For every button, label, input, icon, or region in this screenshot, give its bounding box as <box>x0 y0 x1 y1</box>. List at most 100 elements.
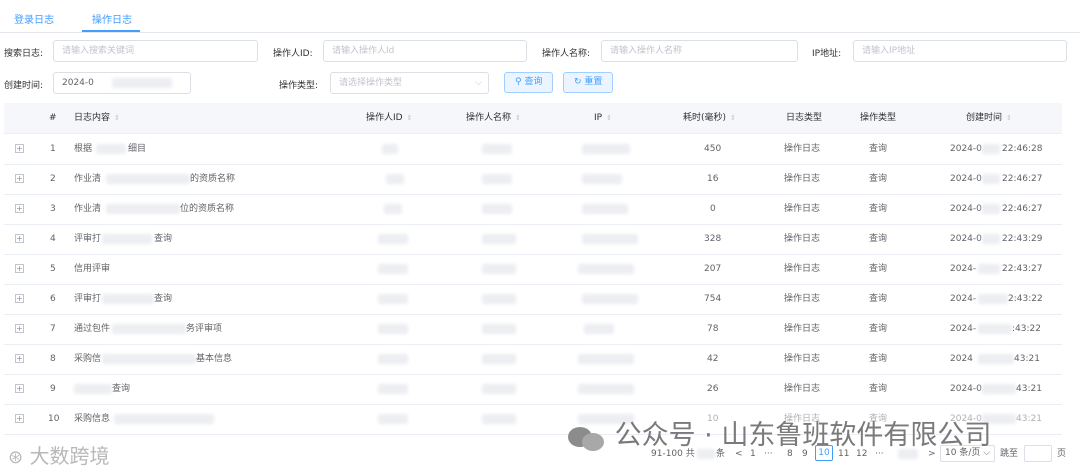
created-time-label: 创建时间: <box>4 81 44 91</box>
row-index: 4 <box>50 234 56 244</box>
table-row[interactable]: + 6 评审打 查询 754 操作日志 查询 2024- 2:43:22 <box>4 284 1062 315</box>
row-index: 3 <box>50 204 56 214</box>
col-log-type: 日志类型 <box>786 113 823 123</box>
expand-icon[interactable]: + <box>15 144 24 153</box>
col-operator-name[interactable]: 操作人名称 ⇕ <box>466 103 521 133</box>
row-content-tail: 的资质名称 <box>190 174 236 184</box>
reset-button[interactable]: ↻ 重置 <box>563 72 614 93</box>
row-op-type: 查询 <box>869 324 888 334</box>
row-time-prefix: 2024 <box>950 354 973 364</box>
expand-icon[interactable]: + <box>15 204 24 213</box>
row-time-prefix: 2024- <box>950 294 977 304</box>
row-index: 1 <box>50 144 56 154</box>
row-index: 6 <box>50 294 56 304</box>
redacted-time <box>982 234 1000 244</box>
expand-icon[interactable]: + <box>15 384 24 393</box>
redacted-ip <box>582 174 622 184</box>
row-time-suffix: 43:21 <box>1016 414 1042 424</box>
redacted-content <box>106 204 180 214</box>
expand-icon[interactable]: + <box>15 294 24 303</box>
col-duration[interactable]: 耗时(毫秒) ⇕ <box>683 103 736 133</box>
row-content-tail: 细目 <box>128 144 147 154</box>
table-row[interactable]: + 9 查询 26 操作日志 查询 2024-0 43:21 <box>4 374 1062 405</box>
redacted-date <box>112 78 172 88</box>
expand-icon[interactable]: + <box>15 324 24 333</box>
col-content-label: 日志内容 <box>74 113 111 123</box>
row-time-suffix: 2:43:22 <box>1008 294 1043 304</box>
table-row[interactable]: + 1 根据 细目 450 操作日志 查询 2024-0 22:46:28 <box>4 134 1062 165</box>
search-input[interactable]: 请输入搜索关键词 <box>53 40 258 62</box>
op-type-label: 操作类型: <box>279 81 319 91</box>
redacted-time <box>978 294 1008 304</box>
table-row[interactable]: + 7 通过包件 务评审项 78 操作日志 查询 2024- :43:22 <box>4 314 1062 345</box>
row-content-tail: 查询 <box>154 294 173 304</box>
refresh-icon: ↻ <box>574 77 582 87</box>
query-button[interactable]: ⚲ 查询 <box>504 72 554 93</box>
ip-input[interactable]: 请输入IP地址 <box>853 40 1067 62</box>
row-log-type: 操作日志 <box>784 144 821 154</box>
watermark-right: 公众号 · 山东鲁班软件有限公司 <box>566 413 991 452</box>
table-row[interactable]: + 2 作业清 的资质名称 16 操作日志 查询 2024-0 22:46:27 <box>4 164 1062 195</box>
col-index: # <box>49 113 57 123</box>
redacted-ip <box>582 234 638 244</box>
expand-icon[interactable]: + <box>15 414 24 423</box>
expand-icon[interactable]: + <box>15 234 24 243</box>
expand-icon[interactable]: + <box>15 354 24 363</box>
operator-id-input[interactable]: 请输入操作人Id <box>323 40 527 62</box>
row-content: 评审打 <box>74 234 102 244</box>
row-log-type: 操作日志 <box>784 294 821 304</box>
redacted-content <box>102 294 154 304</box>
row-log-type: 操作日志 <box>784 354 821 364</box>
row-time-suffix: 43:21 <box>1014 354 1040 364</box>
redacted-operator-name <box>482 294 516 304</box>
row-content: 采购信 <box>74 354 102 364</box>
row-time-suffix: 43:21 <box>1016 384 1042 394</box>
jump-label: 跳至 <box>1000 449 1019 459</box>
redacted-time <box>978 354 1014 364</box>
sort-icon: ⇕ <box>515 114 521 122</box>
row-time-prefix: 2024-0 <box>950 234 982 244</box>
redacted-operator-id <box>378 354 408 364</box>
redacted-time <box>978 264 1000 274</box>
row-duration: 328 <box>704 234 722 244</box>
row-content-tail: 位的资质名称 <box>180 204 235 214</box>
table-row[interactable]: + 5 信用评审 207 操作日志 查询 2024- 22:43:27 <box>4 254 1062 285</box>
row-index: 7 <box>50 324 56 334</box>
tab-login-log[interactable]: 登录日志 <box>14 11 54 26</box>
row-log-type: 操作日志 <box>784 174 821 184</box>
table-row[interactable]: + 3 作业清 位的资质名称 0 操作日志 查询 2024-0 22:46:27 <box>4 194 1062 225</box>
table-row[interactable]: + 4 评审打 查询 328 操作日志 查询 2024-0 22:43:29 <box>4 224 1062 255</box>
jump-page-input[interactable] <box>1024 445 1052 462</box>
created-time-input[interactable]: 2024-0 <box>53 72 191 94</box>
col-duration-label: 耗时(毫秒) <box>683 113 727 123</box>
expand-icon[interactable]: + <box>15 264 24 273</box>
watermark-left-text: 大数跨境 <box>29 444 110 468</box>
redacted-operator-id <box>378 294 408 304</box>
redacted-ip <box>582 144 630 154</box>
ip-label: IP地址: <box>812 49 842 59</box>
col-content[interactable]: 日志内容 ⇕ <box>74 103 120 133</box>
row-index: 9 <box>50 384 56 394</box>
redacted-time <box>982 174 1000 184</box>
row-content-tail: 查询 <box>154 234 173 244</box>
tab-operation-log[interactable]: 操作日志 <box>92 11 132 26</box>
expand-icon[interactable]: + <box>15 174 24 183</box>
col-op-type: 操作类型 <box>860 113 897 123</box>
operator-name-input[interactable]: 请输入操作人名称 <box>601 40 798 62</box>
col-created-time[interactable]: 创建时间 ⇕ <box>966 103 1012 133</box>
col-ip-label: IP <box>594 113 603 123</box>
op-type-select[interactable]: 请选择操作类型 ⌵ <box>330 72 489 94</box>
redacted-content <box>96 144 126 154</box>
redacted-content <box>102 354 196 364</box>
row-duration: 16 <box>707 174 719 184</box>
table-row[interactable]: + 8 采购信 基本信息 42 操作日志 查询 2024 43:21 <box>4 344 1062 375</box>
redacted-operator-name <box>482 264 516 274</box>
redacted-time <box>982 144 1000 154</box>
col-operator-id[interactable]: 操作人ID ⇕ <box>366 103 412 133</box>
redacted-operator-id <box>378 324 408 334</box>
col-ip[interactable]: IP ⇕ <box>594 103 612 133</box>
sort-icon: ⇕ <box>606 114 612 122</box>
redacted-operator-id <box>378 384 408 394</box>
redacted-operator-name <box>482 354 516 364</box>
row-log-type: 操作日志 <box>784 324 821 334</box>
